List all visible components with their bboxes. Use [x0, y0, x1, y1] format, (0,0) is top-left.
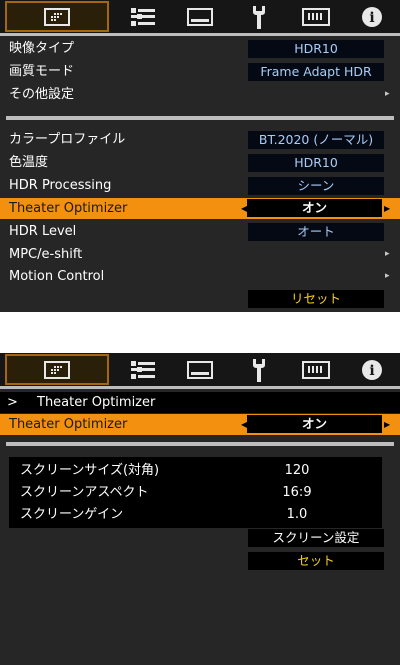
row-label: HDR Level: [9, 224, 77, 239]
info-value: 16:9: [282, 485, 312, 500]
tab-installation[interactable]: [239, 2, 279, 32]
info-label: スクリーンアスペクト: [20, 485, 149, 500]
right-arrow-icon[interactable]: ▶: [384, 198, 390, 219]
tab-bar: i: [0, 0, 400, 33]
menu-row-theater-optimizer[interactable]: Theater Optimizer ◀ オン ▶: [0, 414, 400, 435]
menu-row-hdr-processing[interactable]: HDR Processing シーン: [0, 175, 400, 196]
row-value: オン: [247, 415, 382, 433]
reset-button[interactable]: リセット: [248, 290, 384, 308]
display-icon: [187, 8, 213, 26]
tab-display[interactable]: [180, 2, 220, 32]
tab-info[interactable]: i: [352, 355, 392, 385]
tab-connection[interactable]: [296, 355, 336, 385]
row-value: HDR10: [248, 40, 384, 58]
info-value: 1.0: [286, 507, 308, 522]
row-label: 色温度: [9, 155, 49, 170]
row-label: Theater Optimizer: [9, 417, 128, 432]
row-value: Frame Adapt HDR: [248, 63, 384, 81]
info-icon: i: [362, 360, 382, 380]
info-value: 120: [284, 463, 310, 478]
row-value: BT.2020 (ノーマル): [248, 131, 384, 149]
wrench-icon: [253, 359, 265, 382]
row-label: Motion Control: [9, 269, 105, 284]
wrench-icon: [253, 6, 265, 29]
menu-row-color-temp[interactable]: 色温度 HDR10: [0, 152, 400, 173]
info-icon: i: [362, 7, 382, 27]
row-label: カラープロファイル: [9, 132, 126, 147]
info-label: スクリーンゲイン: [20, 507, 124, 522]
tab-bar: i: [0, 353, 400, 386]
tab-settings[interactable]: [123, 355, 163, 385]
tab-divider: [0, 386, 400, 389]
info-row-screen-aspect: スクリーンアスペクト 16:9: [9, 482, 382, 504]
info-label: スクリーンサイズ(対角): [20, 463, 160, 478]
submenu-arrow-icon: ▸: [385, 249, 390, 259]
tab-info[interactable]: i: [352, 2, 392, 32]
row-label: HDR Processing: [9, 178, 112, 193]
menu-row-motion-control[interactable]: Motion Control ▸: [0, 266, 400, 287]
row-value: HDR10: [248, 154, 384, 172]
menu-row-color-profile[interactable]: カラープロファイル BT.2020 (ノーマル): [0, 129, 400, 150]
menu-row-hdr-level[interactable]: HDR Level オート: [0, 221, 400, 242]
separator: [6, 442, 394, 446]
separator: [6, 116, 394, 120]
screen-setting-button[interactable]: スクリーン設定: [248, 529, 384, 547]
top-menu-panel: i 映像タイプ HDR10 画質モード Frame Adapt HDR その他設…: [0, 0, 400, 312]
tab-divider: [0, 33, 400, 36]
menu-row-picture-mode[interactable]: 画質モード Frame Adapt HDR: [0, 61, 400, 82]
menu-row-other-settings[interactable]: その他設定 ▸: [0, 84, 400, 105]
screen-info-box: スクリーンサイズ(対角) 120 スクリーンアスペクト 16:9 スクリーンゲイ…: [9, 457, 382, 528]
menu-row-theater-optimizer[interactable]: Theater Optimizer ◀ オン ▶: [0, 198, 400, 219]
set-button[interactable]: セット: [248, 552, 384, 570]
tab-display[interactable]: [180, 355, 220, 385]
row-value: オン: [247, 199, 382, 217]
info-row-screen-gain: スクリーンゲイン 1.0: [9, 504, 382, 526]
tab-settings[interactable]: [123, 2, 163, 32]
display-icon: [187, 361, 213, 379]
info-row-screen-size: スクリーンサイズ(対角) 120: [9, 460, 382, 482]
row-value: オート: [248, 223, 384, 241]
breadcrumb-title: Theater Optimizer: [37, 395, 156, 410]
tab-installation[interactable]: [239, 355, 279, 385]
breadcrumb: > Theater Optimizer: [0, 392, 400, 413]
submenu-arrow-icon: ▸: [385, 89, 390, 99]
row-label: MPC/e-shift: [9, 247, 83, 262]
svg-text:i: i: [369, 10, 374, 26]
svg-text:i: i: [369, 363, 374, 379]
connector-icon: [302, 361, 330, 379]
row-label: 映像タイプ: [9, 41, 75, 56]
picture-icon: [44, 360, 70, 379]
breadcrumb-marker: >: [7, 395, 18, 410]
row-value: シーン: [248, 177, 384, 195]
submenu-arrow-icon: ▸: [385, 271, 390, 281]
row-label: 画質モード: [9, 64, 75, 79]
row-label: その他設定: [9, 87, 75, 102]
connector-icon: [302, 8, 330, 26]
menu-row-mpc-eshift[interactable]: MPC/e-shift ▸: [0, 244, 400, 265]
right-arrow-icon[interactable]: ▶: [384, 414, 390, 435]
menu-row-video-type[interactable]: 映像タイプ HDR10: [0, 38, 400, 59]
tab-connection[interactable]: [296, 2, 336, 32]
settings-sliders-icon: [131, 8, 155, 26]
theater-optimizer-panel: i > Theater Optimizer Theater Optimizer …: [0, 353, 400, 665]
settings-sliders-icon: [131, 361, 155, 379]
picture-icon: [44, 7, 70, 26]
row-label: Theater Optimizer: [9, 201, 128, 216]
tab-picture[interactable]: [5, 354, 109, 385]
tab-picture[interactable]: [5, 1, 109, 32]
